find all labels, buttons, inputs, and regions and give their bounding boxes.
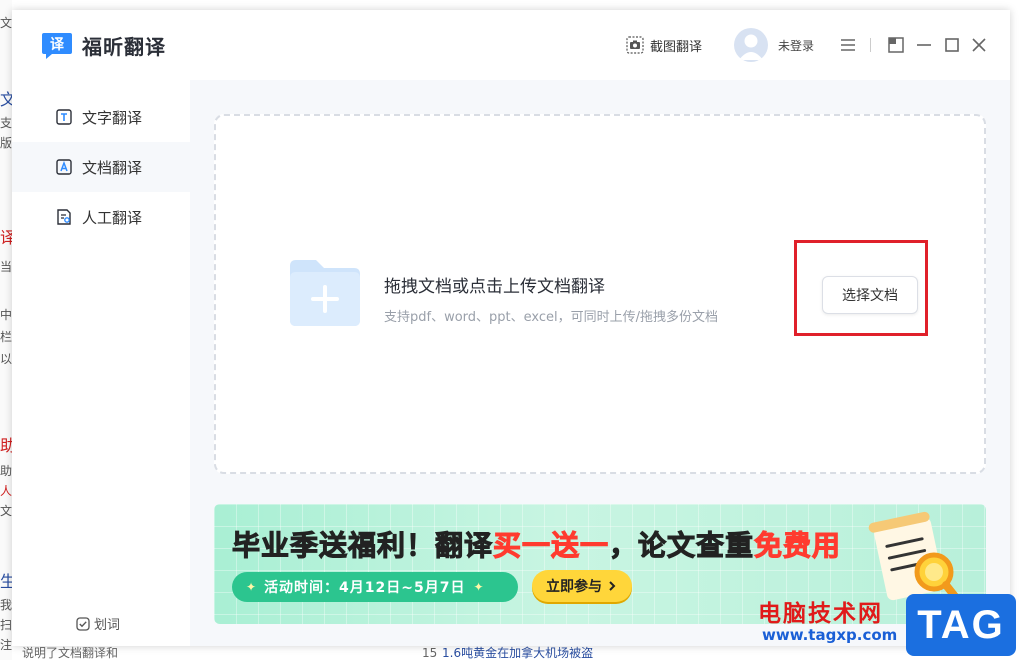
bg-fragment: 扫 — [0, 618, 12, 632]
bg-fragment: 以 — [0, 352, 12, 366]
watermark-url: www.tagxp.com — [762, 626, 898, 644]
watermark-tag-logo: TAG — [906, 594, 1016, 656]
maximize-icon[interactable] — [942, 35, 962, 55]
banner-headline: 毕业季送福利！翻译买一送一，论文查重免费用 — [231, 524, 842, 564]
bg-fragment: 人 — [0, 484, 12, 498]
bg-bottom-text: 说明了文档翻译和 — [22, 646, 119, 660]
bg-fragment: 文 — [0, 504, 12, 518]
choose-document-button[interactable]: 选择文档 — [822, 276, 918, 314]
sidebar-item-document-translate[interactable]: 文档翻译 — [12, 142, 190, 192]
screenshot-camera-icon — [626, 36, 644, 54]
user-avatar-icon — [739, 34, 763, 60]
sidebar-item-text-translate[interactable]: 文字翻译 — [12, 92, 190, 142]
human-translate-icon — [57, 209, 71, 225]
bg-fragment: 注 — [0, 638, 12, 652]
chevron-right-icon — [609, 581, 616, 591]
bg-fragment: 支 — [0, 116, 12, 130]
minimize-icon[interactable] — [914, 35, 934, 55]
bg-fragment: 中 — [0, 308, 12, 322]
screenshot-translate-label: 截图翻译 — [650, 39, 703, 55]
watermark-text: 电脑技术网 — [758, 601, 883, 627]
menu-icon[interactable] — [838, 35, 858, 55]
sparkle-icon: ✦ — [473, 580, 484, 594]
document-translate-icon — [56, 159, 72, 175]
mini-mode-icon[interactable] — [886, 35, 906, 55]
bg-fragment: 助 — [0, 436, 12, 455]
checkbox-checked-icon[interactable] — [76, 616, 90, 631]
app-name: 福昕翻译 — [82, 35, 166, 59]
bg-fragment: 助 — [0, 464, 12, 478]
sidebar-item-human-translate[interactable]: 人工翻译 — [12, 192, 190, 242]
join-now-label: 立即参与 — [546, 579, 602, 595]
file-drop-zone[interactable]: 拖拽文档或点击上传文档翻译 支持pdf、word、ppt、excel，可同时上传… — [214, 114, 986, 474]
word-select-toggle[interactable]: 划词 — [76, 614, 120, 633]
sparkle-icon: ✦ — [246, 580, 257, 594]
titlebar-divider — [870, 38, 871, 52]
app-window: 译 福昕翻译 截图翻译 未登录 文字翻译 文档翻译 人工翻译 划词 拖拽文档或点… — [12, 10, 1010, 646]
banner-headline-middle: ，论文查重 — [609, 529, 755, 563]
event-time-label: 活动时间：4月12日~5月7日 — [264, 580, 466, 596]
sidebar-item-label: 人工翻译 — [82, 208, 143, 227]
upload-title: 拖拽文档或点击上传文档翻译 — [384, 277, 605, 297]
bg-fragment: 生 — [0, 572, 12, 591]
add-folder-icon — [290, 260, 360, 326]
banner-headline-highlight: 免费用 — [754, 529, 842, 563]
bg-fragment: 译 — [0, 228, 12, 247]
close-icon[interactable] — [969, 35, 989, 55]
background-page-bottom: 说明了文档翻译和 15 1.6吨黄金在加拿大机场被盗 — [12, 646, 1020, 660]
bg-news-link[interactable]: 1.6吨黄金在加拿大机场被盗 — [442, 646, 593, 660]
event-time-pill: ✦ 活动时间：4月12日~5月7日 ✦ — [232, 572, 518, 602]
bg-fragment: 栏 — [0, 330, 12, 344]
upload-subtitle: 支持pdf、word、ppt、excel，可同时上传/拖拽多份文档 — [384, 310, 719, 325]
join-now-button[interactable]: 立即参与 — [532, 570, 632, 602]
bg-fragment: 当 — [0, 260, 12, 274]
logo-char: 译 — [50, 37, 65, 53]
bg-list-number: 15 — [422, 646, 438, 660]
banner-headline-prefix: 毕业季送福利！翻译 — [231, 529, 494, 563]
sidebar-item-label: 文档翻译 — [82, 158, 143, 177]
screenshot-translate-button[interactable]: 截图翻译 — [626, 34, 702, 56]
login-status[interactable]: 未登录 — [778, 37, 814, 54]
avatar[interactable] — [734, 28, 768, 62]
banner-headline-highlight: 买一送一 — [493, 529, 610, 563]
word-select-label: 划词 — [94, 618, 121, 633]
app-logo-icon: 译 — [42, 33, 72, 59]
sidebar-item-label: 文字翻译 — [82, 108, 143, 127]
bg-fragment: 我 — [0, 598, 12, 612]
bg-fragment: 文 — [0, 90, 12, 109]
text-translate-icon — [56, 109, 72, 125]
bg-fragment: 文 — [0, 16, 12, 30]
sidebar: 文字翻译 文档翻译 人工翻译 划词 — [12, 80, 190, 646]
background-page-strip: 文 文 支 版 译 当 中 栏 以 助 助 人 文 生 我 扫 注 — [0, 0, 12, 660]
bg-fragment: 版 — [0, 136, 12, 150]
titlebar: 译 福昕翻译 截图翻译 未登录 — [12, 10, 1010, 80]
